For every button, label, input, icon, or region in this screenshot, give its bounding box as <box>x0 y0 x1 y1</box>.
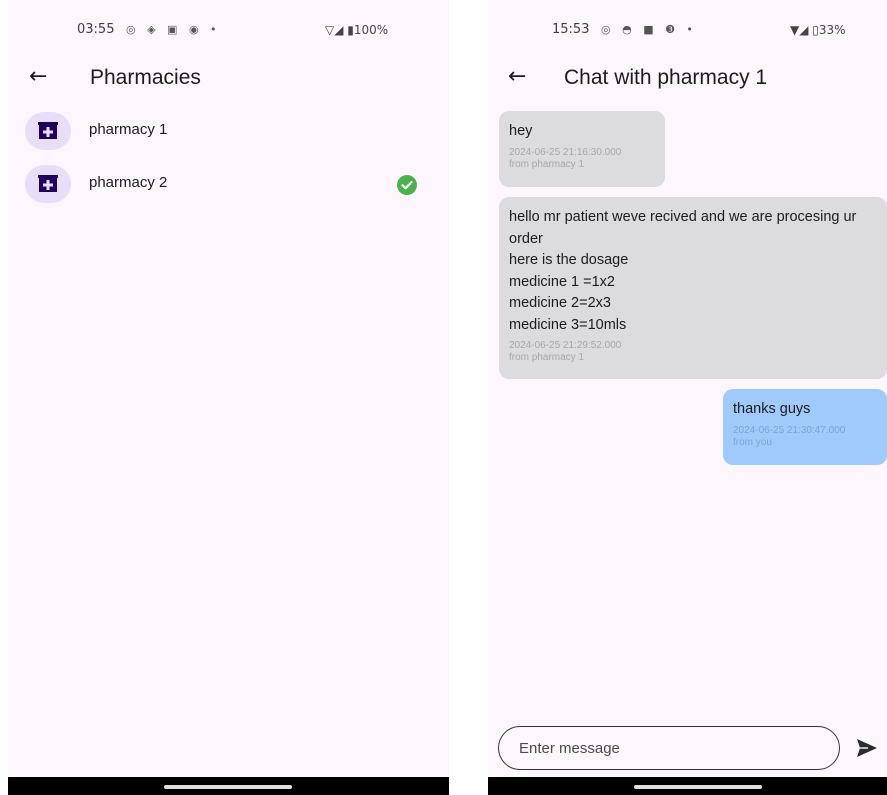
message-bubble-outgoing: thanks guys 2024-06-25 21:30:47.000 from… <box>723 389 887 465</box>
list-item-pharmacy-2[interactable]: pharmacy 2 <box>8 163 449 207</box>
avatar <box>25 165 71 203</box>
avatar <box>25 112 71 150</box>
page-title: Chat with pharmacy 1 <box>564 66 768 89</box>
status-bar: 15:53 ◎ ◓ ■ ❸ • ▼◢ ▯33% <box>488 22 887 42</box>
back-arrow-icon[interactable]: ← <box>29 64 47 89</box>
message-sender: from you <box>733 436 772 448</box>
page-title: Pharmacies <box>90 66 201 89</box>
status-time: 03:55 <box>77 22 115 37</box>
status-time: 15:53 <box>552 22 590 37</box>
message-text: hey <box>509 123 533 139</box>
message-sender: from pharmacy 1 <box>509 158 585 170</box>
status-right: ▽◢ ▮100% <box>325 23 389 37</box>
pharmacy-icon <box>38 122 58 139</box>
message-sender: from pharmacy 1 <box>509 352 585 363</box>
check-circle-icon <box>397 175 417 195</box>
app-bar: ← Pharmacies <box>8 62 449 98</box>
notification-icons: ◎ ◈ ▣ ◉ • <box>126 23 221 36</box>
app-bar: ← Chat with pharmacy 1 <box>488 62 887 98</box>
system-nav-bar <box>8 777 449 795</box>
pharmacy-icon <box>38 175 58 192</box>
status-bar: 03:55 ◎ ◈ ▣ ◉ • ▽◢ ▮100% <box>8 22 449 42</box>
message-timestamp: 2024-06-25 21:16:30.000 <box>509 146 622 158</box>
list-item-label: pharmacy 2 <box>89 174 168 191</box>
message-timestamp: 2024-06-25 21:29:52.000 <box>509 340 622 351</box>
message-input-container <box>498 726 840 770</box>
pharmacies-screen: 03:55 ◎ ◈ ▣ ◉ • ▽◢ ▮100% ← Pharmacies ph… <box>8 0 449 795</box>
message-bubble-incoming: hey 2024-06-25 21:16:30.000 from pharmac… <box>499 111 665 187</box>
home-handle[interactable] <box>634 785 762 789</box>
system-nav-bar <box>488 777 887 795</box>
message-bubble-incoming: hello mr patient weve recived and we are… <box>499 197 887 379</box>
message-text: hello mr patient weve recived and we are… <box>509 209 857 333</box>
list-item-label: pharmacy 1 <box>89 121 168 138</box>
message-text: thanks guys <box>733 401 811 417</box>
message-input[interactable] <box>517 727 821 770</box>
chat-screen: 15:53 ◎ ◓ ■ ❸ • ▼◢ ▯33% ← Chat with phar… <box>488 0 887 795</box>
home-handle[interactable] <box>164 785 292 789</box>
message-timestamp: 2024-06-25 21:30:47.000 <box>733 424 846 436</box>
notification-icons: ◎ ◓ ■ ❸ • <box>601 23 697 36</box>
status-right: ▼◢ ▯33% <box>790 23 846 37</box>
list-item-pharmacy-1[interactable]: pharmacy 1 <box>8 110 449 154</box>
back-arrow-icon[interactable]: ← <box>508 64 526 89</box>
send-icon[interactable] <box>856 738 878 758</box>
